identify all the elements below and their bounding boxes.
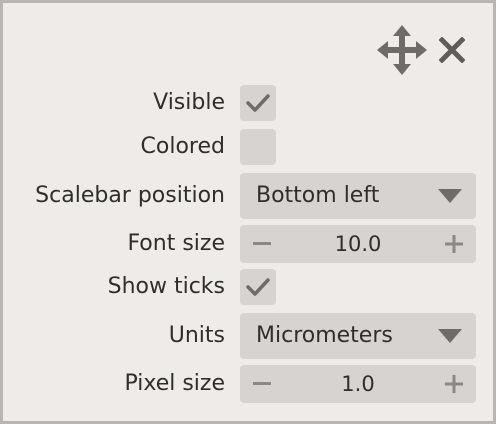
scalebar-position-dropdown[interactable]: Bottom left — [240, 173, 476, 219]
font-size-row: Font size — [3, 225, 493, 263]
units-value: Micrometers — [256, 323, 393, 348]
font-size-label: Font size — [127, 231, 225, 256]
plus-icon — [445, 235, 463, 253]
minus-icon — [253, 242, 271, 245]
visible-label: Visible — [153, 90, 225, 115]
units-dropdown[interactable]: Micrometers — [240, 313, 476, 359]
pixel-size-input[interactable] — [280, 365, 436, 403]
check-icon — [246, 94, 270, 112]
scalebar-position-value: Bottom left — [256, 183, 380, 208]
pixel-size-increment-button[interactable] — [436, 365, 472, 403]
visible-row: Visible — [3, 85, 493, 121]
scalebar-settings-panel: Visible Colored Scalebar position Bottom… — [0, 0, 496, 424]
font-size-spinbox — [240, 225, 476, 263]
panel-toolbar — [377, 25, 465, 75]
pixel-size-spinbox — [240, 365, 476, 403]
scalebar-position-label: Scalebar position — [35, 183, 225, 208]
pixel-size-row: Pixel size — [3, 365, 493, 403]
colored-row: Colored — [3, 129, 493, 165]
show-ticks-label: Show ticks — [107, 274, 225, 299]
font-size-increment-button[interactable] — [436, 225, 472, 263]
chevron-down-icon — [438, 329, 462, 343]
colored-checkbox[interactable] — [240, 129, 276, 165]
pixel-size-decrement-button[interactable] — [244, 365, 280, 403]
show-ticks-row: Show ticks — [3, 269, 493, 305]
pixel-size-label: Pixel size — [124, 371, 225, 396]
visible-checkbox[interactable] — [240, 85, 276, 121]
show-ticks-checkbox[interactable] — [240, 269, 276, 305]
colored-label: Colored — [140, 134, 225, 159]
check-icon — [246, 278, 270, 296]
font-size-input[interactable] — [280, 225, 436, 263]
close-icon[interactable] — [439, 37, 465, 63]
minus-icon — [253, 382, 271, 385]
plus-icon — [445, 375, 463, 393]
font-size-decrement-button[interactable] — [244, 225, 280, 263]
scalebar-position-row: Scalebar position Bottom left — [3, 173, 493, 219]
units-label: Units — [168, 323, 225, 348]
chevron-down-icon — [438, 189, 462, 203]
units-row: Units Micrometers — [3, 313, 493, 359]
move-icon[interactable] — [377, 25, 427, 75]
